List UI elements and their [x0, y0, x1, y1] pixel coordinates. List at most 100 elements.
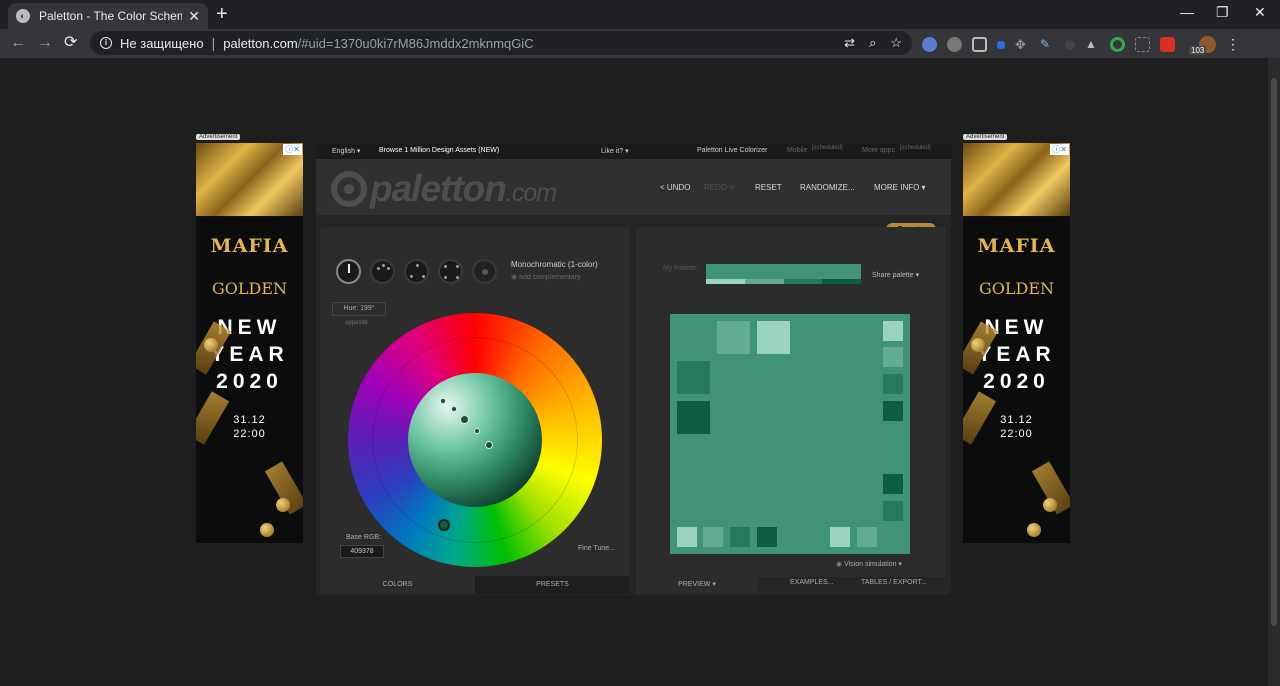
my-palette-swatch[interactable] [706, 264, 861, 284]
page-scrollbar[interactable] [1268, 58, 1280, 686]
adchoices-icon[interactable]: ⓘ✕ [283, 144, 302, 155]
preview-square-light1 [703, 527, 723, 547]
my-palette-label: My Palette: [663, 265, 699, 272]
extension-globe-icon[interactable] [922, 37, 937, 52]
translate-icon[interactable]: ⇄ [844, 35, 855, 51]
preview-square-light2 [830, 527, 850, 547]
hue-field[interactable]: Hue: 199° [332, 302, 386, 316]
base-rgb-input[interactable]: 409378 [340, 545, 384, 558]
wheel-handle-base[interactable] [460, 415, 469, 424]
more-info-menu[interactable]: MORE INFO ▾ [874, 183, 926, 192]
preview-square-dark1 [883, 374, 903, 394]
redo-button[interactable]: REDO > [704, 183, 734, 192]
tab-colors[interactable]: COLORS [320, 576, 475, 594]
tab-close-icon[interactable]: ✕ [188, 8, 200, 25]
reset-button[interactable]: RESET [755, 183, 782, 192]
scheme-dot [482, 269, 488, 275]
url-separator: | [211, 35, 216, 51]
ad-ornament-ball [260, 523, 274, 537]
preview-square-light1 [857, 527, 877, 547]
extension-pen-icon[interactable]: ✎ [1040, 37, 1055, 52]
back-button[interactable]: ← [10, 34, 26, 52]
palette-preview [670, 314, 910, 554]
scheme-mono-button[interactable] [336, 259, 361, 284]
wheel-handle-dark[interactable] [485, 441, 493, 449]
preview-square-dark2 [757, 527, 777, 547]
app-header: paletton.com < UNDO REDO > RESET RANDOMI… [316, 159, 951, 215]
vision-simulation-label: Vision simulation ▾ [844, 561, 902, 568]
new-tab-button[interactable]: + [216, 4, 228, 24]
wheel-handle-light[interactable] [451, 406, 457, 412]
scheme-dot [422, 275, 425, 278]
scheme-tetrad-button[interactable] [438, 259, 463, 284]
ad-ornament-ball [1043, 498, 1057, 512]
more-apps-link: More apps [862, 147, 896, 154]
randomize-button[interactable]: RANDOMIZE... [800, 183, 855, 192]
preview-square-light1 [717, 321, 750, 354]
extension-drive-icon[interactable]: ▲ [1085, 37, 1100, 52]
extension-circle-icon[interactable] [947, 37, 962, 52]
address-bar[interactable]: i Не защищено | paletton.com /#uid=1370u… [90, 31, 912, 55]
url-path: /#uid=1370u0ki7rM86Jmddx2mknmqGiC [297, 35, 534, 51]
like-it-menu[interactable]: Like it? ▾ [601, 147, 629, 155]
language-select[interactable]: English ▾ [332, 147, 360, 155]
wheel-handle-light[interactable] [440, 398, 446, 404]
extension-red-icon[interactable] [1160, 37, 1175, 52]
maximize-button[interactable]: ❐ [1216, 4, 1229, 21]
scheme-triad-button[interactable] [404, 259, 429, 284]
hue-handle[interactable] [438, 519, 450, 531]
minimize-button[interactable]: — [1180, 4, 1194, 20]
scrollbar-thumb[interactable] [1271, 78, 1277, 626]
extension-green-ring-icon[interactable] [1110, 37, 1125, 52]
ad-ornament-ball [204, 338, 218, 352]
saturation-brightness-disc[interactable] [408, 373, 542, 507]
base-rgb-label: Base RGB: [346, 534, 382, 541]
vision-simulation-menu[interactable]: ◉ Vision simulation ▾ [836, 560, 902, 568]
tab-presets[interactable]: PRESETS [475, 576, 630, 594]
scheme-needle [348, 264, 350, 273]
scheme-dot [444, 276, 447, 279]
reload-button[interactable]: ⟳ [64, 34, 77, 52]
scheme-adjacent-button[interactable] [370, 259, 395, 284]
extension-square-icon[interactable] [997, 40, 1005, 49]
fine-tune-link[interactable]: Fine Tune... [578, 545, 615, 552]
bookmark-star-icon[interactable]: ☆ [890, 35, 902, 51]
tab-examples[interactable]: EXAMPLES... [790, 579, 834, 586]
browser-menu-icon[interactable]: ⋮ [1226, 37, 1241, 52]
zoom-icon[interactable]: ⌕ [869, 35, 876, 51]
extension-capture-icon[interactable] [972, 37, 987, 52]
paletton-logo[interactable]: paletton.com [370, 168, 557, 210]
tab-title: Paletton - The Color Scheme Des [39, 9, 183, 23]
share-palette-menu[interactable]: Share palette ▾ [872, 271, 919, 279]
ad-banner-left[interactable]: ⓘ✕ MAFIA GOLDEN NEW YEAR 2020 31.12 22:0… [196, 143, 303, 543]
ad-banner-right[interactable]: ⓘ✕ MAFIA GOLDEN NEW YEAR 2020 31.12 22:0… [963, 143, 1070, 543]
scheme-dot [444, 265, 447, 268]
opposite-link[interactable]: opposite [345, 320, 368, 326]
live-colorizer-link[interactable]: Paletton Live Colorizer [697, 147, 767, 154]
extension-badge: 103 [1189, 46, 1207, 55]
ad-ornament-ball [1027, 523, 1041, 537]
preview-square-dark1 [730, 527, 750, 547]
info-icon[interactable]: i [100, 37, 112, 49]
paletton-logo-icon [331, 171, 367, 207]
add-complementary-toggle[interactable]: ◉ add complementary [511, 273, 581, 281]
ad-ornament-ball [276, 498, 290, 512]
forward-button[interactable]: → [37, 34, 53, 52]
close-window-button[interactable]: ✕ [1254, 4, 1266, 21]
not-secure-label: Не защищено [120, 35, 204, 51]
scheme-dot [416, 264, 419, 267]
browser-tabbar: ◐ Paletton - The Color Scheme Des ✕ + — … [0, 0, 1280, 29]
wheel-handle-dark[interactable] [474, 428, 480, 434]
undo-button[interactable]: < UNDO [660, 183, 690, 192]
browser-tab[interactable]: ◐ Paletton - The Color Scheme Des ✕ [8, 3, 208, 29]
extension-fullscreen-icon[interactable] [1135, 37, 1150, 52]
extension-move-icon[interactable]: ✥ [1015, 37, 1030, 52]
adchoices-icon[interactable]: ⓘ✕ [1050, 144, 1069, 155]
extension-dark-icon[interactable] [1065, 39, 1075, 50]
tab-tables-export[interactable]: TABLES / EXPORT... [861, 579, 927, 586]
logo-com: .com [505, 179, 557, 207]
preview-square-light1 [883, 347, 903, 367]
promo-link[interactable]: Browse 1 Million Design Assets (NEW) [379, 147, 499, 154]
tab-preview[interactable]: PREVIEW ▾ [636, 576, 758, 594]
scheme-free-button[interactable] [472, 259, 497, 284]
